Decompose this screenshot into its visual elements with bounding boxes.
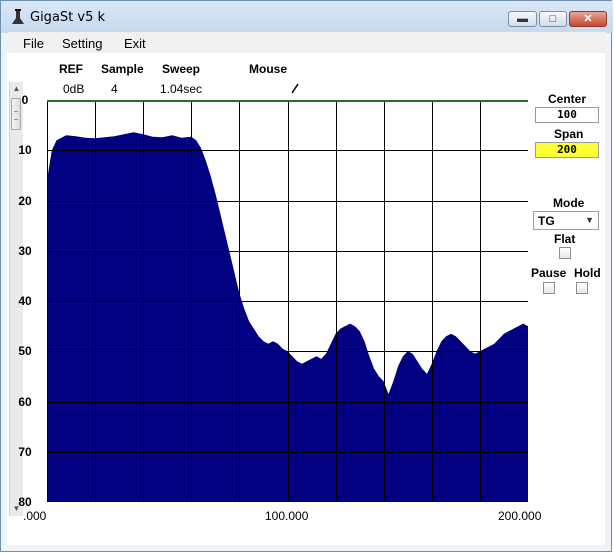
flat-checkbox[interactable] (559, 247, 571, 259)
y-tick-label: 30 (18, 243, 32, 258)
pause-checkbox[interactable] (543, 282, 555, 294)
x-tick-1: 100.000 (265, 509, 309, 523)
grip-icon (14, 111, 18, 120)
menu-bar: File Setting Exit (8, 32, 606, 54)
sample-value: 4 (111, 82, 118, 96)
center-label: Center (548, 92, 587, 106)
mouse-label: Mouse (249, 62, 288, 76)
minimize-button[interactable]: ▬ (508, 11, 537, 27)
mode-value: TG (538, 214, 555, 228)
hold-checkbox[interactable] (576, 282, 588, 294)
spectrum-plot[interactable] (47, 100, 528, 502)
ref-label: REF (59, 62, 83, 76)
y-tick-label: 80 (18, 495, 32, 509)
y-tick-label: 60 (18, 394, 32, 409)
sweep-label: Sweep (162, 62, 201, 76)
x-tick-2: 200.000 (498, 509, 542, 523)
sample-label: Sample (101, 62, 144, 76)
center-input[interactable]: 100 (535, 107, 599, 123)
close-icon: ✕ (583, 13, 593, 25)
sweep-value: 1.04sec (160, 82, 203, 96)
span-input[interactable]: 200 (535, 142, 599, 158)
pause-label: Pause (531, 266, 567, 280)
mouse-cursor-icon (291, 83, 299, 94)
menu-exit[interactable]: Exit (124, 36, 146, 51)
x-tick-0: .000 (23, 509, 47, 523)
maximize-icon: □ (549, 13, 557, 25)
close-button[interactable]: ✕ (569, 11, 607, 27)
y-tick-label: 0 (21, 93, 29, 107)
window-title: GigaSt v5 k (30, 10, 106, 25)
y-tick-label: 50 (18, 344, 32, 359)
menu-file[interactable]: File (23, 36, 44, 51)
app-icon (12, 9, 24, 24)
maximize-button[interactable]: □ (539, 11, 567, 27)
menu-setting[interactable]: Setting (62, 36, 102, 51)
flat-label: Flat (554, 232, 576, 246)
y-tick-label: 70 (18, 444, 32, 459)
hold-label: Hold (574, 266, 601, 280)
mode-select[interactable]: TG ▼ (533, 211, 599, 230)
y-tick-label: 40 (18, 294, 32, 308)
ref-value: 0dB (63, 82, 85, 96)
y-tick-label: 10 (18, 143, 32, 158)
title-bar[interactable]: GigaSt v5 k ▬ □ ✕ (1, 1, 613, 33)
chevron-down-icon: ▼ (585, 215, 594, 225)
y-tick-label: 20 (18, 193, 32, 208)
span-label: Span (554, 127, 584, 141)
minimize-icon: ▬ (517, 13, 528, 25)
mode-label: Mode (553, 196, 585, 210)
